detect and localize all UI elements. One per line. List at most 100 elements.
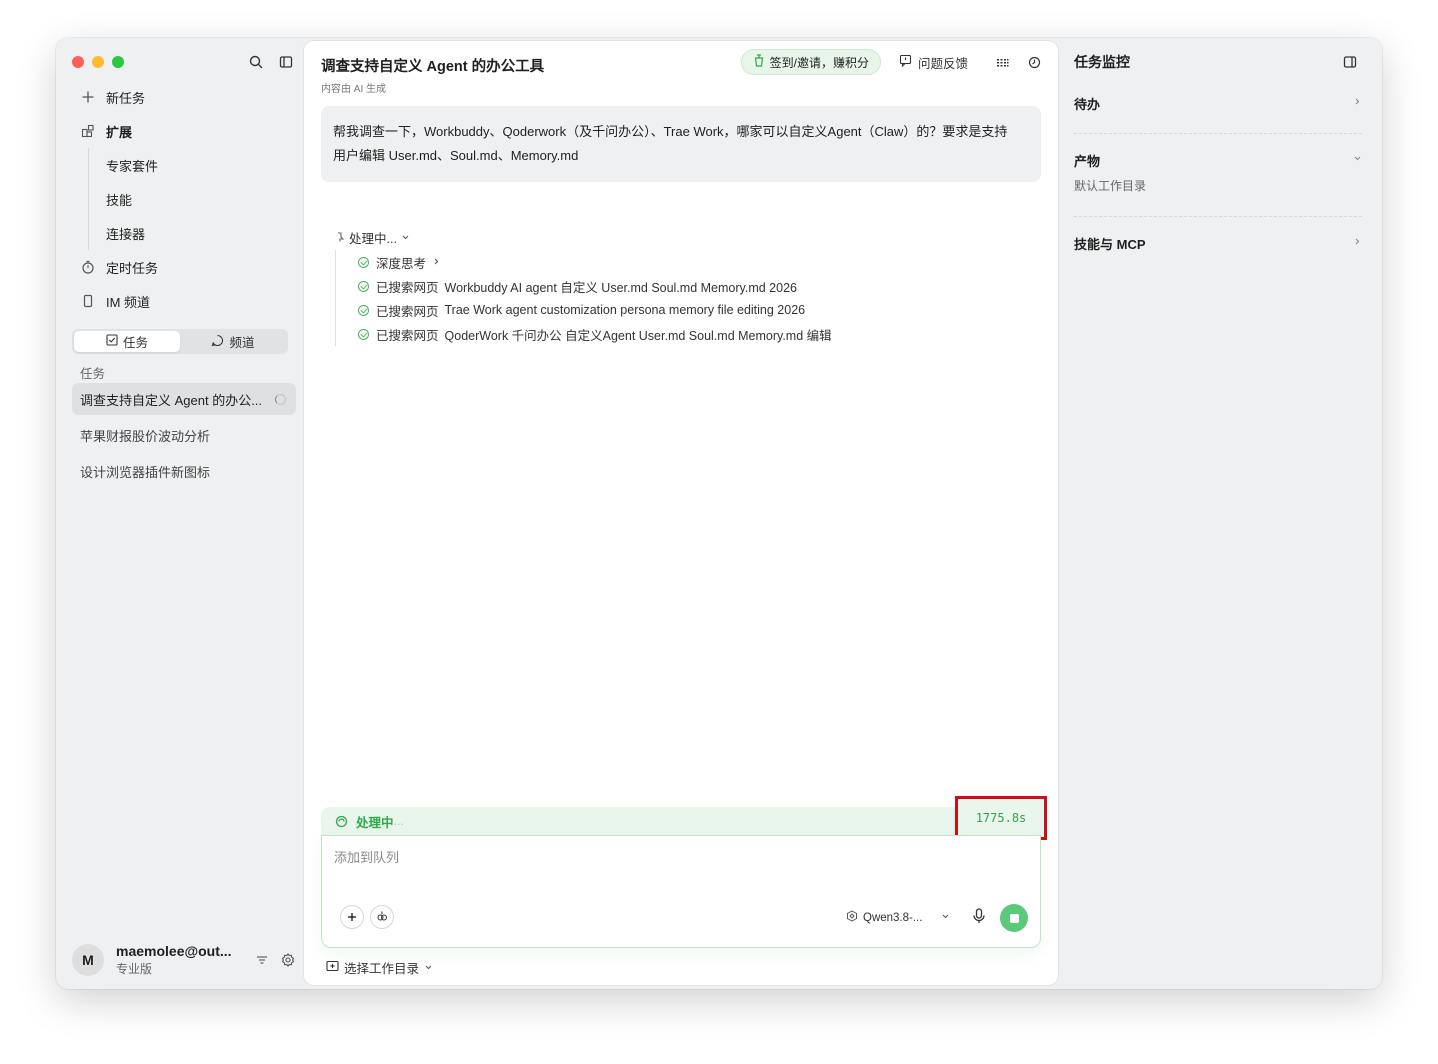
todo-row[interactable]: 待办 xyxy=(1074,93,1362,113)
tab-tasks[interactable]: 任务 xyxy=(74,331,180,352)
composer: Qwen3.8-... xyxy=(321,835,1041,948)
zoom-window-button[interactable] xyxy=(112,56,124,68)
signin-invite-button[interactable]: 签到/邀请，赚积分 xyxy=(740,49,881,75)
task-monitor-panel: 任务监控 待办 产物 默认工作目录 技能与 MCP xyxy=(1058,38,1382,989)
step-label: 深度思考 xyxy=(376,256,427,271)
timer-icon xyxy=(80,259,96,275)
step-query: QoderWork 千问办公 自定义Agent User.md Soul.md … xyxy=(444,328,832,343)
status-text: 处理中 xyxy=(356,815,394,830)
sidebar-item-label: 连接器 xyxy=(106,226,146,242)
elapsed-timer: 1775.8s xyxy=(955,796,1047,840)
processing-toggle[interactable]: 处理中... xyxy=(336,228,410,247)
user-name: maemolee@out... xyxy=(116,943,232,959)
folder-plus-icon xyxy=(326,960,339,975)
add-attachment-button[interactable] xyxy=(340,905,364,929)
sidebar-item-new-task[interactable]: 新任务 xyxy=(56,80,304,114)
model-name: Qwen3.8-... xyxy=(863,911,923,924)
step-label: 已搜索网页 xyxy=(376,328,439,343)
task-section-label: 任务 xyxy=(80,367,106,381)
user-actions xyxy=(254,952,296,968)
window-controls xyxy=(72,56,124,68)
sidebar-item-label: 扩展 xyxy=(106,124,133,140)
skills-button[interactable] xyxy=(370,905,394,929)
microphone-icon[interactable] xyxy=(972,908,986,927)
sidebar: 新任务 扩展 专家套件 技能 连接器 定时任务 IM 频道 任务 频道 任务 调… xyxy=(56,38,304,989)
task-title: 调查支持自定义 Agent 的办公... xyxy=(80,392,263,408)
grid-menu-icon[interactable] xyxy=(994,54,1010,70)
sidebar-item-label: 新任务 xyxy=(106,90,146,106)
section-skills-mcp: 技能与 MCP xyxy=(1074,233,1362,253)
step-row[interactable]: 已搜索网页 QoderWork 千问办公 自定义Agent User.md So… xyxy=(358,322,832,346)
page-title: 调查支持自定义 Agent 的办公工具 xyxy=(321,59,545,75)
sidebar-item-scheduled[interactable]: 定时任务 xyxy=(56,250,304,284)
chevron-right-icon xyxy=(1353,237,1362,249)
plus-icon xyxy=(347,909,357,925)
skills-mcp-label: 技能与 MCP xyxy=(1074,236,1146,252)
processing-label: 处理中... xyxy=(349,232,397,246)
user-prompt-message: 帮我调查一下，Workbuddy、Qoderwork（及千问办公）、Trae W… xyxy=(321,106,1041,182)
user-info: maemolee@out... 专业版 xyxy=(116,943,254,977)
elapsed-time: 1775.8s xyxy=(975,811,1027,825)
main-panel: 调查支持自定义 Agent 的办公工具 内容由 AI 生成 签到/邀请，赚积分 … xyxy=(304,41,1058,985)
avatar: M xyxy=(72,944,104,976)
sidebar-item-im-channel[interactable]: IM 频道 xyxy=(56,284,304,318)
chevron-down-icon xyxy=(1353,154,1362,166)
artifacts-label: 产物 xyxy=(1074,153,1101,169)
step-row[interactable]: 已搜索网页 Workbuddy AI agent 自定义 User.md Sou… xyxy=(358,274,832,298)
queue-input[interactable] xyxy=(334,850,1024,865)
workdir-label: 选择工作目录 xyxy=(344,962,420,976)
history-clock-icon[interactable] xyxy=(1026,54,1042,70)
feedback-button[interactable]: 问题反馈 xyxy=(899,53,968,72)
step-query: Trae Work agent customization persona me… xyxy=(444,303,806,317)
header-actions: 签到/邀请，赚积分 问题反馈 xyxy=(740,49,1042,75)
user-profile[interactable]: M maemolee@out... 专业版 xyxy=(72,942,296,978)
extensions-icon xyxy=(80,123,96,139)
model-selector[interactable]: Qwen3.8-... xyxy=(846,910,950,925)
processing-status-bar: 处理中 ... xyxy=(321,807,1041,835)
sidebar-item-label: 定时任务 xyxy=(106,260,159,276)
plus-icon xyxy=(80,89,96,105)
divider xyxy=(1074,133,1362,134)
default-workdir-text: 默认工作目录 xyxy=(1074,179,1147,193)
step-row[interactable]: 深度思考 xyxy=(358,250,832,274)
prompt-line: 用户编辑 User.md、Soul.md、Memory.md xyxy=(333,148,579,163)
sidebar-item-extensions[interactable]: 扩展 xyxy=(56,114,304,148)
sidebar-item-expert-kits[interactable]: 专家套件 xyxy=(56,148,304,182)
task-list: 调查支持自定义 Agent 的办公... 苹果财报股价波动分析 设计浏览器插件新… xyxy=(72,383,296,491)
tab-channels[interactable]: 频道 xyxy=(180,331,286,352)
model-icon xyxy=(846,910,858,925)
stop-button[interactable] xyxy=(1000,904,1028,932)
sidebar-toggle-icon[interactable] xyxy=(278,54,294,70)
section-todo: 待办 xyxy=(1074,93,1362,113)
minimize-window-button[interactable] xyxy=(92,56,104,68)
skills-mcp-row[interactable]: 技能与 MCP xyxy=(1074,233,1362,253)
tab-label: 任务 xyxy=(122,336,148,350)
select-workdir-button[interactable]: 选择工作目录 xyxy=(326,958,433,977)
chevron-right-icon xyxy=(432,255,441,269)
task-title: 苹果财报股价波动分析 xyxy=(80,428,211,444)
feedback-label: 问题反馈 xyxy=(917,56,968,71)
task-item-active[interactable]: 调查支持自定义 Agent 的办公... xyxy=(72,383,296,415)
task-item[interactable]: 苹果财报股价波动分析 xyxy=(72,419,296,451)
check-circle-icon xyxy=(358,304,369,316)
cup-icon xyxy=(753,54,765,70)
sidebar-item-connectors[interactable]: 连接器 xyxy=(56,216,304,250)
sidebar-item-label: IM 频道 xyxy=(106,294,151,310)
feedback-icon xyxy=(899,54,912,70)
close-window-button[interactable] xyxy=(72,56,84,68)
check-circle-icon xyxy=(358,328,369,340)
sidebar-item-skills[interactable]: 技能 xyxy=(56,182,304,216)
chevron-down-icon xyxy=(424,961,433,975)
artifacts-row[interactable]: 产物 xyxy=(1074,150,1362,170)
panel-toggle-icon[interactable] xyxy=(1342,54,1358,70)
check-circle-icon xyxy=(358,256,369,268)
app-window: 新任务 扩展 专家套件 技能 连接器 定时任务 IM 频道 任务 频道 任务 调… xyxy=(56,38,1382,989)
filter-icon[interactable] xyxy=(254,952,270,968)
task-item[interactable]: 设计浏览器插件新图标 xyxy=(72,455,296,487)
divider xyxy=(1074,216,1362,217)
sidebar-item-label: 技能 xyxy=(106,192,133,208)
settings-gear-icon[interactable] xyxy=(280,952,296,968)
step-row[interactable]: 已搜索网页 Trae Work agent customization pers… xyxy=(358,298,832,322)
task-channel-switch: 任务 频道 xyxy=(72,329,288,354)
search-icon[interactable] xyxy=(248,54,264,70)
